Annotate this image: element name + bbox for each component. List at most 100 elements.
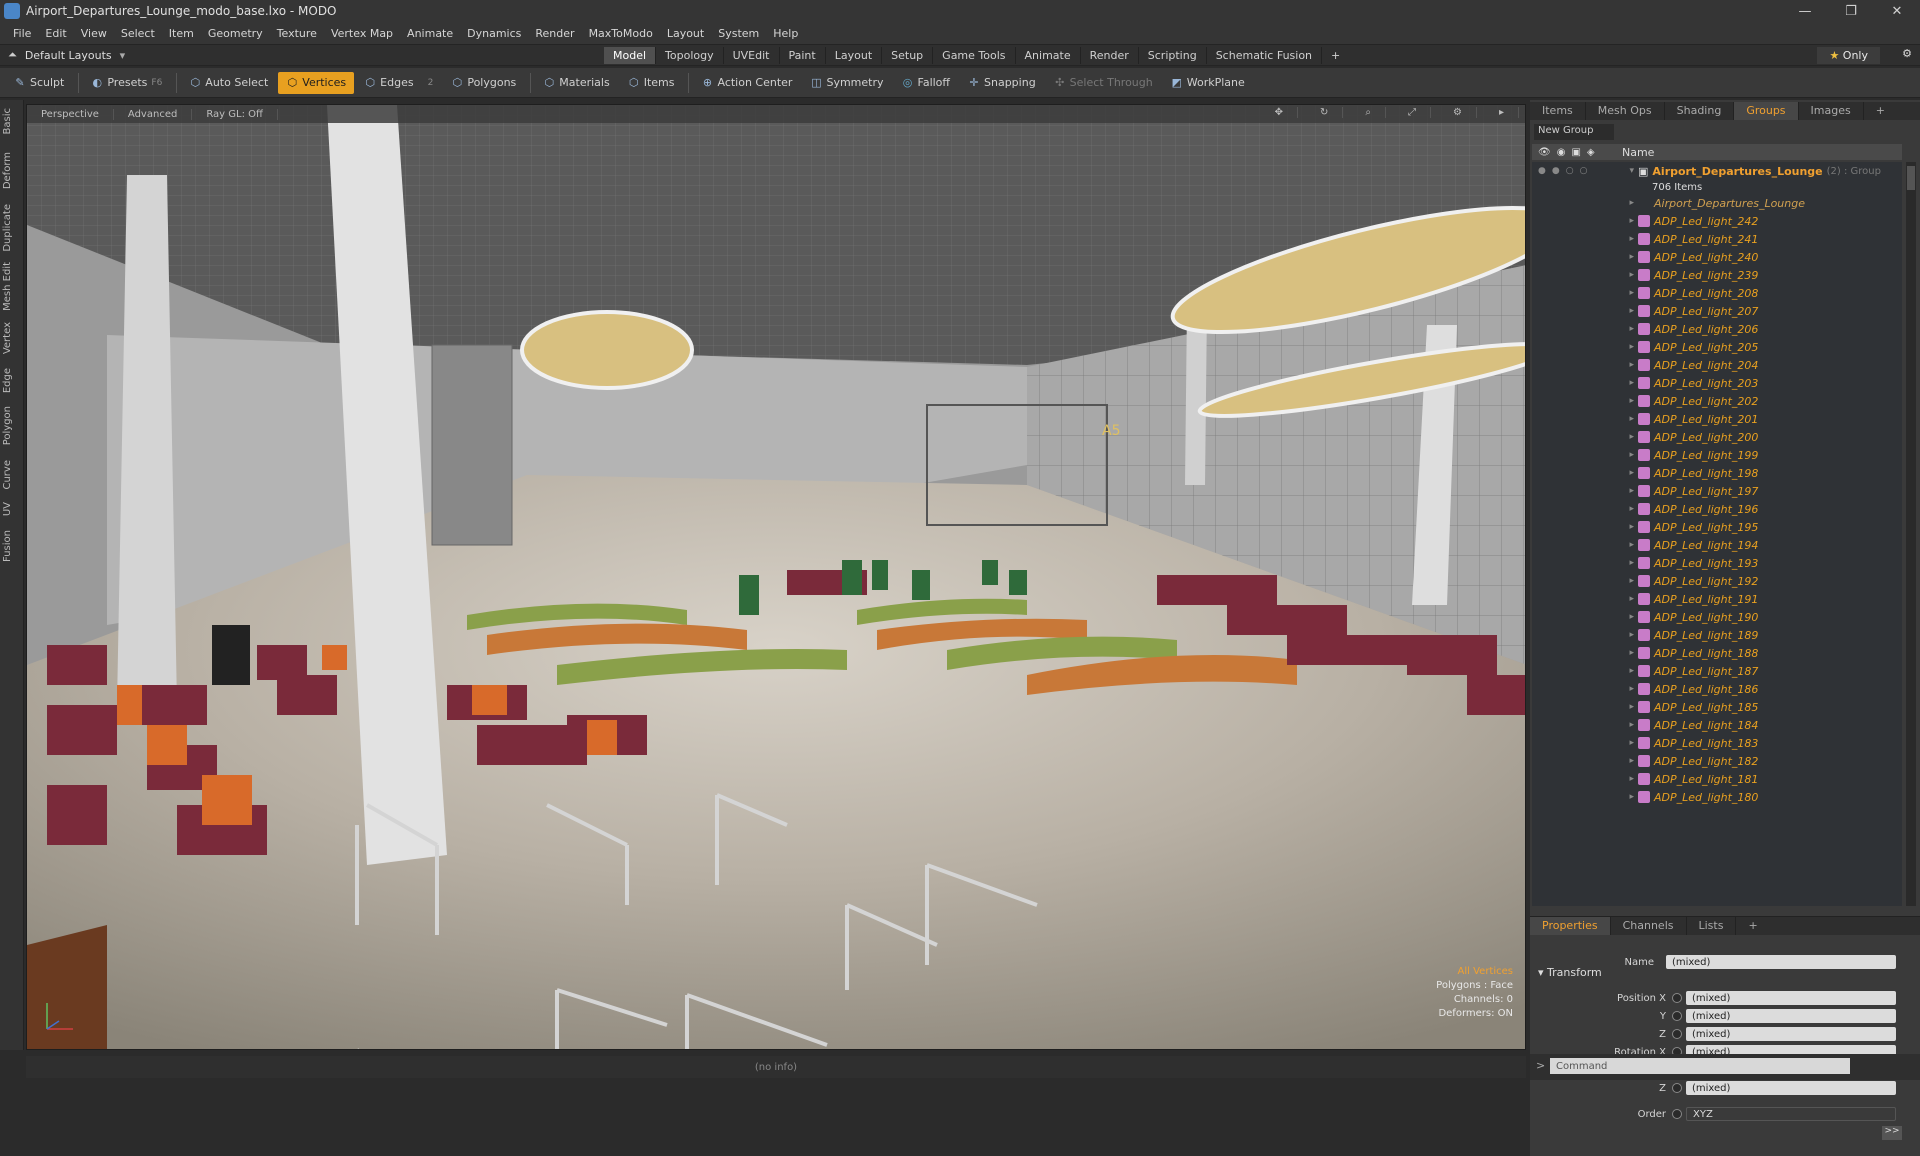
expand-icon[interactable]: ▸ (1612, 306, 1638, 316)
tab-images[interactable]: Images (1799, 102, 1864, 120)
list-item[interactable]: ▸ ADP_Led_light_205 (1532, 338, 1902, 356)
zoom-view-icon[interactable]: ⌕ (1351, 107, 1386, 118)
list-item[interactable]: ▸ ADP_Led_light_186 (1532, 680, 1902, 698)
list-item[interactable]: ▸ ADP_Led_light_185 (1532, 698, 1902, 716)
auto-select-button[interactable]: ⬡ Auto Select (181, 72, 276, 94)
list-item[interactable]: ▸ ADP_Led_light_199 (1532, 446, 1902, 464)
list-item[interactable]: ▸ ADP_Led_light_239 (1532, 266, 1902, 284)
list-item[interactable]: ▸ ADP_Led_light_203 (1532, 374, 1902, 392)
menu-animate[interactable]: Animate (400, 27, 460, 40)
order-keyframe-icon[interactable] (1672, 1109, 1682, 1119)
list-item[interactable]: ▸ ADP_Led_light_208 (1532, 284, 1902, 302)
keyframe-icon[interactable] (1672, 1083, 1682, 1093)
list-item[interactable]: ▸ ADP_Led_light_196 (1532, 500, 1902, 518)
select-icon[interactable]: ◈ (1587, 147, 1595, 158)
render-icon[interactable]: ◉ (1557, 147, 1566, 158)
list-item[interactable]: ▸ ADP_Led_light_200 (1532, 428, 1902, 446)
expand-icon[interactable]: ▸ (1612, 594, 1638, 604)
layout-dropdown[interactable]: ⏶ Default Layouts ▾ (8, 48, 125, 62)
eye-toggle-icon[interactable]: ● (1538, 166, 1546, 176)
expand-icon[interactable]: ▸ (1612, 252, 1638, 262)
lock-toggle-icon[interactable]: ○ (1566, 166, 1574, 176)
tab-channels[interactable]: Channels (1611, 917, 1687, 935)
list-item[interactable]: ▸ ADP_Led_light_194 (1532, 536, 1902, 554)
tab-edge[interactable]: Edge (2, 368, 13, 393)
column-name[interactable]: Name (1612, 146, 1654, 159)
list-item[interactable]: ▸ ADP_Led_light_197 (1532, 482, 1902, 500)
sculpt-button[interactable]: ✎ Sculpt (6, 72, 72, 94)
expand-icon[interactable]: ▸ (1612, 468, 1638, 478)
eye-icon[interactable]: 👁 (1538, 147, 1551, 158)
menu-geometry[interactable]: Geometry (201, 27, 270, 40)
expand-icon[interactable]: ▸ (1612, 234, 1638, 244)
expand-icon[interactable]: ▸ (1612, 522, 1638, 532)
list-item[interactable]: ▸ ADP_Led_light_201 (1532, 410, 1902, 428)
expand-icon[interactable]: ▸ (1612, 342, 1638, 352)
menu-select[interactable]: Select (114, 27, 162, 40)
expand-icon[interactable]: ▸ (1612, 504, 1638, 514)
presets-button[interactable]: ◐ Presets F6 (83, 72, 170, 94)
tab-topology[interactable]: Topology (656, 47, 724, 64)
tab-layout[interactable]: Layout (826, 47, 883, 64)
select-through-button[interactable]: ✣ Select Through (1046, 72, 1161, 94)
expand-icon[interactable]: ▸ (1612, 324, 1638, 334)
list-item[interactable]: ▸ ADP_Led_light_207 (1532, 302, 1902, 320)
menu-edit[interactable]: Edit (38, 27, 73, 40)
group-row[interactable]: ● ● ○ ○ ▾ ▣ Airport_Departures_Lounge (2) :… (1532, 162, 1902, 180)
tab-model[interactable]: Model (604, 47, 657, 64)
tab-game-tools[interactable]: Game Tools (933, 47, 1016, 64)
order-dropdown[interactable]: XYZ (1686, 1107, 1896, 1121)
expand-icon[interactable]: ▸ (1612, 702, 1638, 712)
keyframe-icon[interactable] (1672, 1011, 1682, 1021)
tab-items[interactable]: Items (1530, 102, 1586, 120)
list-item[interactable]: ▸ ADP_Led_light_184 (1532, 716, 1902, 734)
tab-fusion[interactable]: Fusion (2, 530, 13, 562)
menu-dynamics[interactable]: Dynamics (460, 27, 528, 40)
list-item[interactable]: ▸ ADP_Led_light_198 (1532, 464, 1902, 482)
list-item[interactable]: ▸ ADP_Led_light_191 (1532, 590, 1902, 608)
list-item[interactable]: ▸ ADP_Led_light_190 (1532, 608, 1902, 626)
menu-view[interactable]: View (74, 27, 114, 40)
close-button[interactable]: ✕ (1874, 0, 1920, 22)
expand-icon[interactable]: ▸ (1612, 792, 1638, 802)
expand-icon[interactable]: ▸ (1612, 648, 1638, 658)
more-button[interactable]: >> (1882, 1126, 1902, 1140)
keyframe-icon[interactable] (1672, 1029, 1682, 1039)
rotate-view-icon[interactable]: ↻ (1306, 107, 1344, 118)
edges-button[interactable]: ⬡ Edges 2 (356, 72, 441, 94)
expand-icon[interactable]: ▸ (1612, 450, 1638, 460)
raygl-toggle[interactable]: Ray GL: Off (192, 108, 278, 120)
list-item[interactable]: ▸ ADP_Led_light_195 (1532, 518, 1902, 536)
expand-icon[interactable]: ▸ (1612, 576, 1638, 586)
tab-deform[interactable]: Deform (2, 152, 13, 189)
render-toggle-icon[interactable]: ● (1552, 166, 1560, 176)
list-item[interactable]: ▸ ADP_Led_light_241 (1532, 230, 1902, 248)
tab-setup[interactable]: Setup (882, 47, 934, 64)
list-item[interactable]: ▸ ADP_Led_light_182 (1532, 752, 1902, 770)
expand-icon[interactable]: ▸ (1612, 558, 1638, 568)
expand-icon[interactable]: ▸ (1612, 288, 1638, 298)
menu-system[interactable]: System (711, 27, 766, 40)
scrollbar-thumb[interactable] (1907, 166, 1915, 190)
tab-properties[interactable]: Properties (1530, 917, 1611, 935)
minimize-button[interactable]: — (1782, 0, 1828, 22)
move-view-icon[interactable]: ✥ (1261, 107, 1298, 118)
list-item[interactable]: ▸ ADP_Led_light_240 (1532, 248, 1902, 266)
shading-mode-dropdown[interactable]: Advanced (114, 108, 193, 120)
expand-icon[interactable]: ▸ (1612, 774, 1638, 784)
keyframe-icon[interactable] (1672, 993, 1682, 1003)
expand-icon[interactable]: ▸ (1612, 270, 1638, 280)
list-item[interactable]: ▸ ADP_Led_light_193 (1532, 554, 1902, 572)
expand-icon[interactable]: ▸ (1612, 666, 1638, 676)
list-item[interactable]: ▸ ADP_Led_light_202 (1532, 392, 1902, 410)
list-item[interactable]: ▸ ADP_Led_light_242 (1532, 212, 1902, 230)
snapping-button[interactable]: ✛ Snapping (960, 72, 1044, 94)
symmetry-button[interactable]: ◫ Symmetry (802, 72, 891, 94)
tab-render[interactable]: Render (1081, 47, 1139, 64)
tab-curve[interactable]: Curve (2, 460, 13, 490)
tab-vertex[interactable]: Vertex (2, 322, 13, 354)
list-item[interactable]: ▸ ADP_Led_light_183 (1532, 734, 1902, 752)
command-input[interactable]: Command (1550, 1058, 1850, 1074)
list-item[interactable]: ▸ ADP_Led_light_181 (1532, 770, 1902, 788)
view-mode-dropdown[interactable]: Perspective (27, 108, 114, 120)
